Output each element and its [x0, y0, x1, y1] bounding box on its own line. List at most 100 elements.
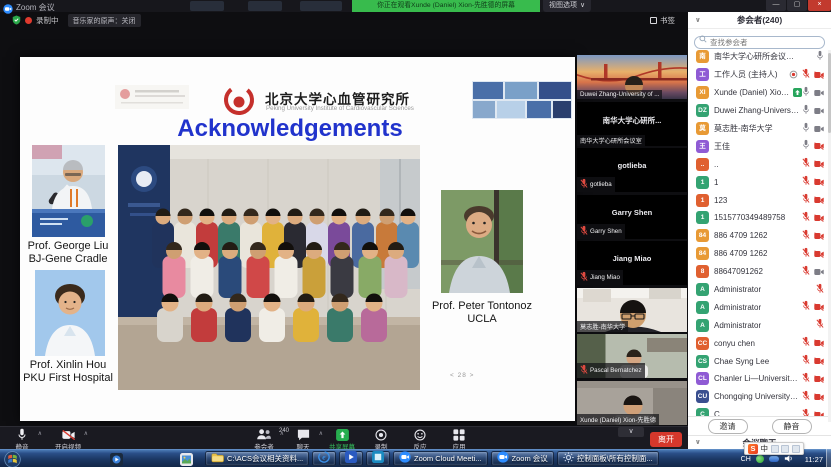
folder-icon — [211, 450, 224, 467]
pinned-photos-app-icon[interactable] — [180, 453, 193, 467]
video-tile[interactable]: 南华大学心研所...南华大学心研所会议室 — [577, 102, 687, 146]
sogou-logo-icon[interactable]: S — [748, 444, 758, 454]
participant-name: C... — [714, 410, 726, 416]
video-tile-name-label: Garry Shen — [577, 224, 625, 239]
video-tile[interactable]: Garry ShenGarry Shen — [577, 195, 687, 239]
participant-avatar: 1 — [696, 211, 709, 224]
participant-avatar: 南 — [696, 50, 709, 63]
video-tile[interactable]: Pascal Bernatchez — [577, 334, 687, 378]
video-tile[interactable]: gotliebagotlieba — [577, 148, 687, 192]
participant-row[interactable]: 11 — [688, 173, 831, 191]
participant-avatar: 王 — [696, 140, 709, 153]
start-button[interactable] — [4, 451, 21, 467]
participant-row[interactable]: 11515770349489758 — [688, 209, 831, 227]
video-strip: Duwei Zhang-University of ...南华大学心研所...南… — [577, 55, 687, 427]
video-tile[interactable]: 莫志胜-南华大学 — [577, 288, 687, 332]
language-indicator[interactable]: CH — [741, 456, 751, 463]
video-tile-name: Jiang Miao — [590, 274, 620, 281]
sogou-keyboard-icon[interactable] — [792, 445, 800, 453]
participants-button[interactable]: 240∧参会者 — [250, 428, 278, 451]
mic-muted-icon — [802, 173, 810, 191]
participant-row[interactable]: DZDuwei Zhang-University of Alb... — [688, 102, 831, 120]
original-sound-toggle[interactable]: 音乐家的原声：关闭 — [68, 14, 141, 27]
participant-avatar: .. — [696, 158, 709, 171]
close-button[interactable]: × — [808, 0, 831, 11]
caption-george-liu: Prof. George Liu BJ-Gene Cradle — [14, 240, 122, 266]
mic-muted-icon — [816, 281, 824, 299]
apps-button[interactable]: 应用 — [445, 428, 473, 451]
chat-button[interactable]: ∧聊天 — [289, 428, 317, 451]
show-desktop-button[interactable] — [826, 449, 831, 467]
view-options-label: 视图选项 — [549, 0, 577, 12]
video-strip-scroll-down[interactable]: ∨ — [618, 427, 644, 437]
reactions-button[interactable]: 反应 — [406, 428, 434, 451]
participant-row[interactable]: AAdministrator — [688, 281, 831, 299]
tray-app-blue-icon[interactable] — [769, 456, 779, 462]
participant-row[interactable]: AAdministrator — [688, 298, 831, 316]
view-options-dropdown[interactable]: 视图选项 ∨ — [543, 0, 591, 12]
participant-row[interactable]: CC... — [688, 406, 831, 416]
screen-sharing-icon — [793, 88, 802, 97]
participant-row[interactable]: AAdministrator — [688, 316, 831, 334]
taskbar-button[interactable]: C:\ACS会议相关资料... — [205, 451, 309, 466]
participant-status-icons — [802, 137, 824, 155]
participant-row[interactable]: CLChanler Li—University of South... — [688, 370, 831, 388]
participant-row[interactable]: CCconyu chen — [688, 334, 831, 352]
participant-avatar: CL — [696, 372, 709, 385]
mic-muted-icon — [802, 370, 810, 388]
video-tile-name: Pascal Bernatchez — [590, 367, 642, 374]
share-screen-button[interactable]: 共享屏幕 — [328, 428, 356, 451]
participant-row[interactable]: 王王佳 — [688, 137, 831, 155]
collapse-panel-button[interactable]: ∨ — [695, 12, 701, 29]
participants-actions: 邀请 静音 — [688, 416, 831, 435]
video-tile[interactable]: Jiang MiaoJiang Miao — [577, 241, 687, 285]
participant-row[interactable]: XIXunde (Daniel) Xion-先胜德 — [688, 84, 831, 102]
participant-name: 123 — [714, 196, 727, 205]
participant-row[interactable]: 84886 4709 1262 — [688, 227, 831, 245]
participant-row[interactable]: 84886 4709 1262 — [688, 245, 831, 263]
video-tile-name-label: Pascal Bernatchez — [577, 363, 645, 378]
taskbar-button[interactable]: Zoom 会议 — [491, 451, 554, 466]
participant-row[interactable]: 1123 — [688, 191, 831, 209]
maximize-button[interactable]: ▢ — [787, 0, 807, 11]
start-video-button[interactable]: ∧开启视频 — [54, 428, 82, 451]
taskbar-button[interactable]: 控制面板\所有控制面... — [557, 451, 659, 466]
participant-row[interactable]: CSChae Syng Lee — [688, 352, 831, 370]
participant-avatar: DZ — [696, 104, 709, 117]
sogou-input-bar[interactable]: S 中 — [744, 442, 804, 455]
participant-row[interactable]: 南南华大学心研所会议室 (我) — [688, 48, 831, 66]
video-tile-center-name: 南华大学心研所... — [577, 115, 687, 126]
taskbar-button[interactable]: Zoom Cloud Meeti... — [393, 451, 488, 466]
leave-button[interactable]: 离开 — [650, 432, 682, 447]
pinned-media-app-icon[interactable] — [110, 453, 123, 467]
participant-row[interactable]: 工工作人员 (主持人) — [688, 66, 831, 84]
taskbar-clock[interactable]: 11:27 — [805, 455, 823, 464]
aero-reflection — [248, 1, 282, 11]
letterhead-image — [115, 85, 189, 114]
mute-button[interactable]: ∧静音 — [8, 428, 36, 451]
recording-dot-icon[interactable] — [25, 17, 32, 24]
participant-row[interactable]: CUChongqing University Razi Ullah — [688, 388, 831, 406]
tray-app-green-icon[interactable] — [756, 455, 764, 463]
invite-button[interactable]: 邀请 — [708, 419, 748, 434]
video-tile[interactable]: Duwei Zhang-University of ... — [577, 55, 687, 99]
participant-row[interactable]: .... — [688, 155, 831, 173]
participant-row[interactable]: 莫莫志胜-南华大学 — [688, 120, 831, 138]
recording-status: 录制中 — [36, 15, 59, 26]
minimize-button[interactable]: — — [766, 0, 786, 11]
participant-row[interactable]: 888647091262 — [688, 263, 831, 281]
video-tile[interactable]: Xunde (Daniel) Xion-先胜德 — [577, 381, 687, 425]
zoom-logo-icon — [3, 1, 13, 19]
taskbar-button[interactable] — [366, 451, 390, 466]
screen-watch-banner: 你正在观看Xunde (Daniel) Xion-先胜德的屏幕 — [352, 0, 540, 12]
taskbar-button[interactable]: e — [312, 451, 336, 466]
record-button[interactable]: 录制 — [367, 428, 395, 451]
participant-status-icons — [816, 281, 824, 299]
participants-search — [688, 29, 831, 48]
sogou-wrench-icon[interactable] — [781, 445, 789, 453]
bookmark-button[interactable]: 书签 — [650, 15, 675, 26]
mute-all-button[interactable]: 静音 — [772, 419, 812, 434]
sogou-tool-icon[interactable] — [771, 445, 779, 453]
taskbar-button[interactable] — [339, 451, 363, 466]
input-mode-chinese[interactable]: 中 — [761, 443, 769, 454]
